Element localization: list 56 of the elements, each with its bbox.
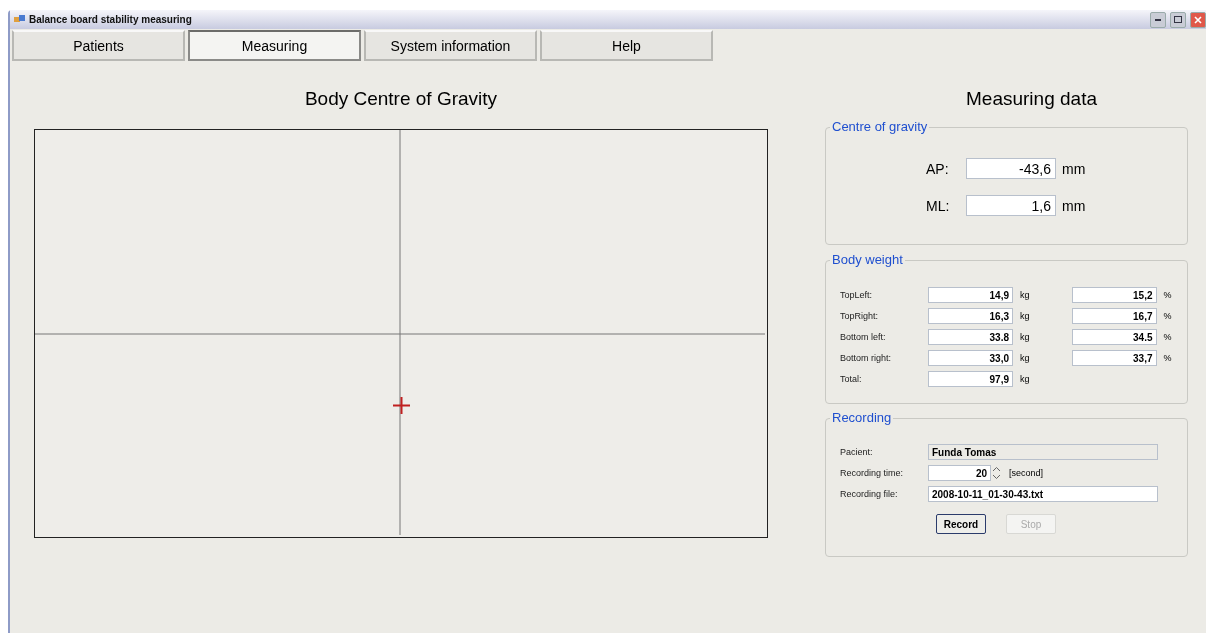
time-field[interactable]: 20 [928, 465, 991, 481]
centre-marker-icon [393, 397, 410, 414]
unit-label: % [1163, 290, 1172, 300]
field-label: ML: [926, 197, 951, 214]
window-title: Balance board stability measuring [29, 14, 193, 25]
file-field[interactable]: 2008-10-11_01-30-43.txt [928, 486, 1158, 502]
maximize-button[interactable] [1170, 11, 1186, 28]
minimize-button[interactable] [1150, 11, 1166, 28]
value-field[interactable]: 1,6 [966, 195, 1056, 216]
value-field[interactable]: 15,2 [1071, 287, 1157, 303]
group-title: Centre of gravity [830, 119, 930, 134]
field-label: TopRight: [840, 311, 880, 321]
tab[interactable]: Help [540, 30, 713, 61]
unit-label: kg [1020, 374, 1030, 384]
action-button[interactable]: Record [936, 514, 986, 534]
unit-label: kg [1020, 353, 1030, 363]
unit-label: % [1163, 311, 1172, 321]
value-field[interactable]: 16,7 [1071, 308, 1157, 324]
close-icon [1194, 15, 1202, 24]
tab[interactable]: Patients [12, 30, 185, 61]
field-label: Recording time: [840, 468, 905, 478]
patient-field[interactable]: Funda Tomas [928, 444, 1158, 460]
field-label: Total: [840, 374, 863, 384]
close-button[interactable] [1190, 11, 1206, 28]
unit-label: kg [1020, 290, 1030, 300]
value-field[interactable]: 16,3 [928, 308, 1013, 324]
unit-label: % [1163, 332, 1172, 342]
unit-label: [second] [1009, 468, 1044, 478]
field-label: Recording file: [840, 489, 899, 499]
unit-label: % [1163, 353, 1172, 363]
plot-title: Body Centre of Gravity [304, 88, 498, 110]
maximize-icon [1174, 16, 1182, 23]
value-field[interactable]: 33,0 [928, 350, 1013, 366]
unit-label: mm [1062, 160, 1086, 177]
field-label: Bottom right: [840, 353, 893, 363]
value-field[interactable]: 33,7 [1071, 350, 1157, 366]
field-label: AP: [926, 160, 950, 177]
minimize-icon [1155, 18, 1161, 21]
panel-title: Measuring data [965, 88, 1098, 108]
value-field[interactable]: -43,6 [966, 158, 1056, 179]
value-field[interactable]: 14,9 [928, 287, 1013, 303]
group-title: Body weight [830, 252, 905, 267]
unit-label: kg [1020, 332, 1030, 342]
field-label: Bottom left: [840, 332, 887, 342]
unit-label: kg [1020, 311, 1030, 321]
field-label: TopLeft: [840, 290, 874, 300]
spinner-icon[interactable] [992, 466, 1001, 480]
app-icon [14, 15, 25, 24]
value-field[interactable]: 97,9 [928, 371, 1013, 387]
value-field[interactable]: 34.5 [1071, 329, 1157, 345]
group-title: Recording [830, 410, 894, 425]
field-label: Pacient: [840, 447, 874, 457]
unit-label: mm [1062, 197, 1086, 214]
tab[interactable]: Measuring [188, 30, 361, 61]
tab[interactable]: System information [364, 30, 537, 61]
value-field[interactable]: 33.8 [928, 329, 1013, 345]
